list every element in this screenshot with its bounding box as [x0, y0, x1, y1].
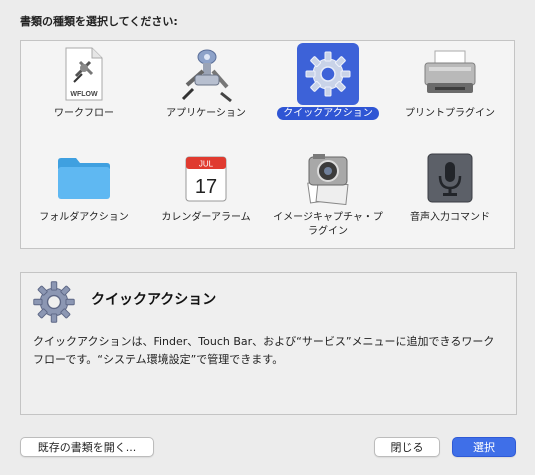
description-title: クイックアクション: [91, 292, 217, 308]
doc-type-label: カレンダーアラーム: [161, 212, 251, 223]
gear-icon: [297, 43, 359, 105]
workflow-icon-text: WFLOW: [70, 91, 98, 98]
microphone-icon: [419, 147, 481, 209]
doc-type-label: クイックアクション: [273, 107, 383, 121]
close-button[interactable]: 閉じる: [374, 437, 440, 457]
calendar-month: JUL: [199, 160, 214, 169]
workflow-document-icon: WFLOW: [53, 43, 115, 105]
open-existing-document-button[interactable]: 既存の書類を開く...: [20, 437, 154, 457]
description-body: クイックアクションは、Finder、Touch Bar、および“サービス”メニュ…: [33, 335, 495, 366]
doc-type-label: フォルダアクション: [39, 212, 129, 223]
doc-type-label: アプリケーション: [166, 108, 246, 119]
calendar-icon: JUL 17: [175, 147, 237, 209]
description-panel: クイックアクション クイックアクションは、Finder、Touch Bar、およ…: [20, 272, 517, 415]
folder-icon: [53, 147, 115, 209]
camera-icon: [297, 147, 359, 209]
prompt-label: 書類の種類を選択してください:: [20, 15, 178, 28]
document-type-grid: WFLOW ワークフロー アプリケーション クイックアクション プリントプラグイ…: [20, 40, 515, 249]
gear-icon: [31, 279, 77, 325]
printer-icon: [419, 43, 481, 105]
doc-type-label: プリントプラグイン: [405, 108, 495, 119]
doc-type-label: イメージキャプチャ・プラグイン: [273, 212, 383, 237]
choose-button[interactable]: 選択: [452, 437, 516, 457]
doc-type-label: ワークフロー: [54, 108, 114, 119]
doc-type-label: 音声入力コマンド: [410, 212, 490, 223]
automator-robot-icon: [175, 43, 237, 105]
calendar-day: 17: [195, 176, 217, 198]
